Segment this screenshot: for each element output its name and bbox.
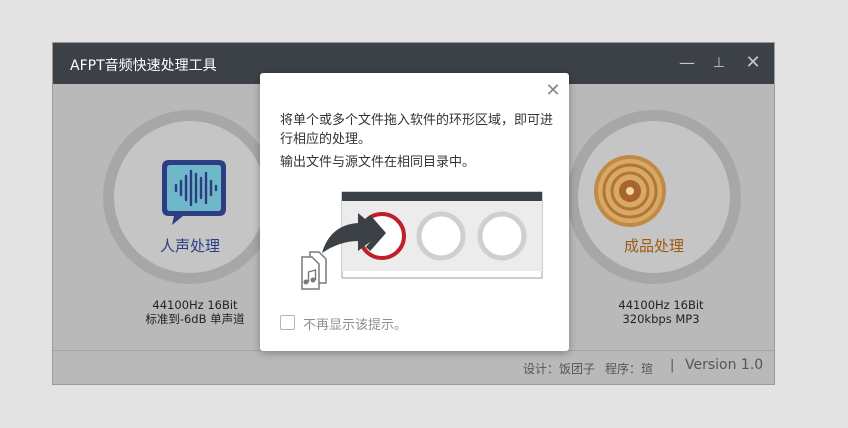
product-zone-info: 44100Hz 16Bit 320kbps MP3 — [561, 298, 761, 326]
pin-button[interactable]: ⊥ — [707, 51, 731, 75]
app-title: AFPT音频快速处理工具 — [70, 58, 217, 74]
dont-show-again-label[interactable]: 不再显示该提示。 — [303, 314, 407, 333]
voice-waveform-bubble-icon — [162, 160, 226, 225]
footer-divider: | — [670, 358, 675, 373]
dialog-output-note: 输出文件与源文件在相同目录中。 — [280, 155, 476, 170]
window-close-button[interactable]: ✕ — [741, 51, 765, 75]
dialog-instruction: 将单个或多个文件拖入软件的环形区域，即可进行相应的处理。 — [280, 113, 554, 147]
product-info-format: 44100Hz 16Bit — [618, 298, 704, 312]
tip-dialog: ✕ 将单个或多个文件拖入软件的环形区域，即可进行相应的处理。 输出文件与源文件在… — [260, 73, 569, 351]
program-credit: 程序：瑄 — [605, 362, 654, 376]
dont-show-again-checkbox[interactable] — [280, 315, 295, 330]
vinyl-disc-icon — [594, 155, 666, 227]
version-label: Version 1.0 — [685, 357, 764, 373]
dialog-close-button[interactable]: ✕ — [544, 82, 562, 100]
product-zone-label: 成品处理 — [623, 237, 684, 255]
drag-files-to-ring-illustration — [301, 191, 543, 290]
credits: 设计：饭团子 程序：瑄 — [523, 360, 653, 377]
design-credit: 设计：饭团子 — [523, 362, 596, 376]
product-info-detail: 320kbps MP3 — [622, 312, 700, 326]
minimize-button[interactable]: — — [675, 51, 699, 75]
voice-zone-label: 人声处理 — [159, 237, 220, 255]
